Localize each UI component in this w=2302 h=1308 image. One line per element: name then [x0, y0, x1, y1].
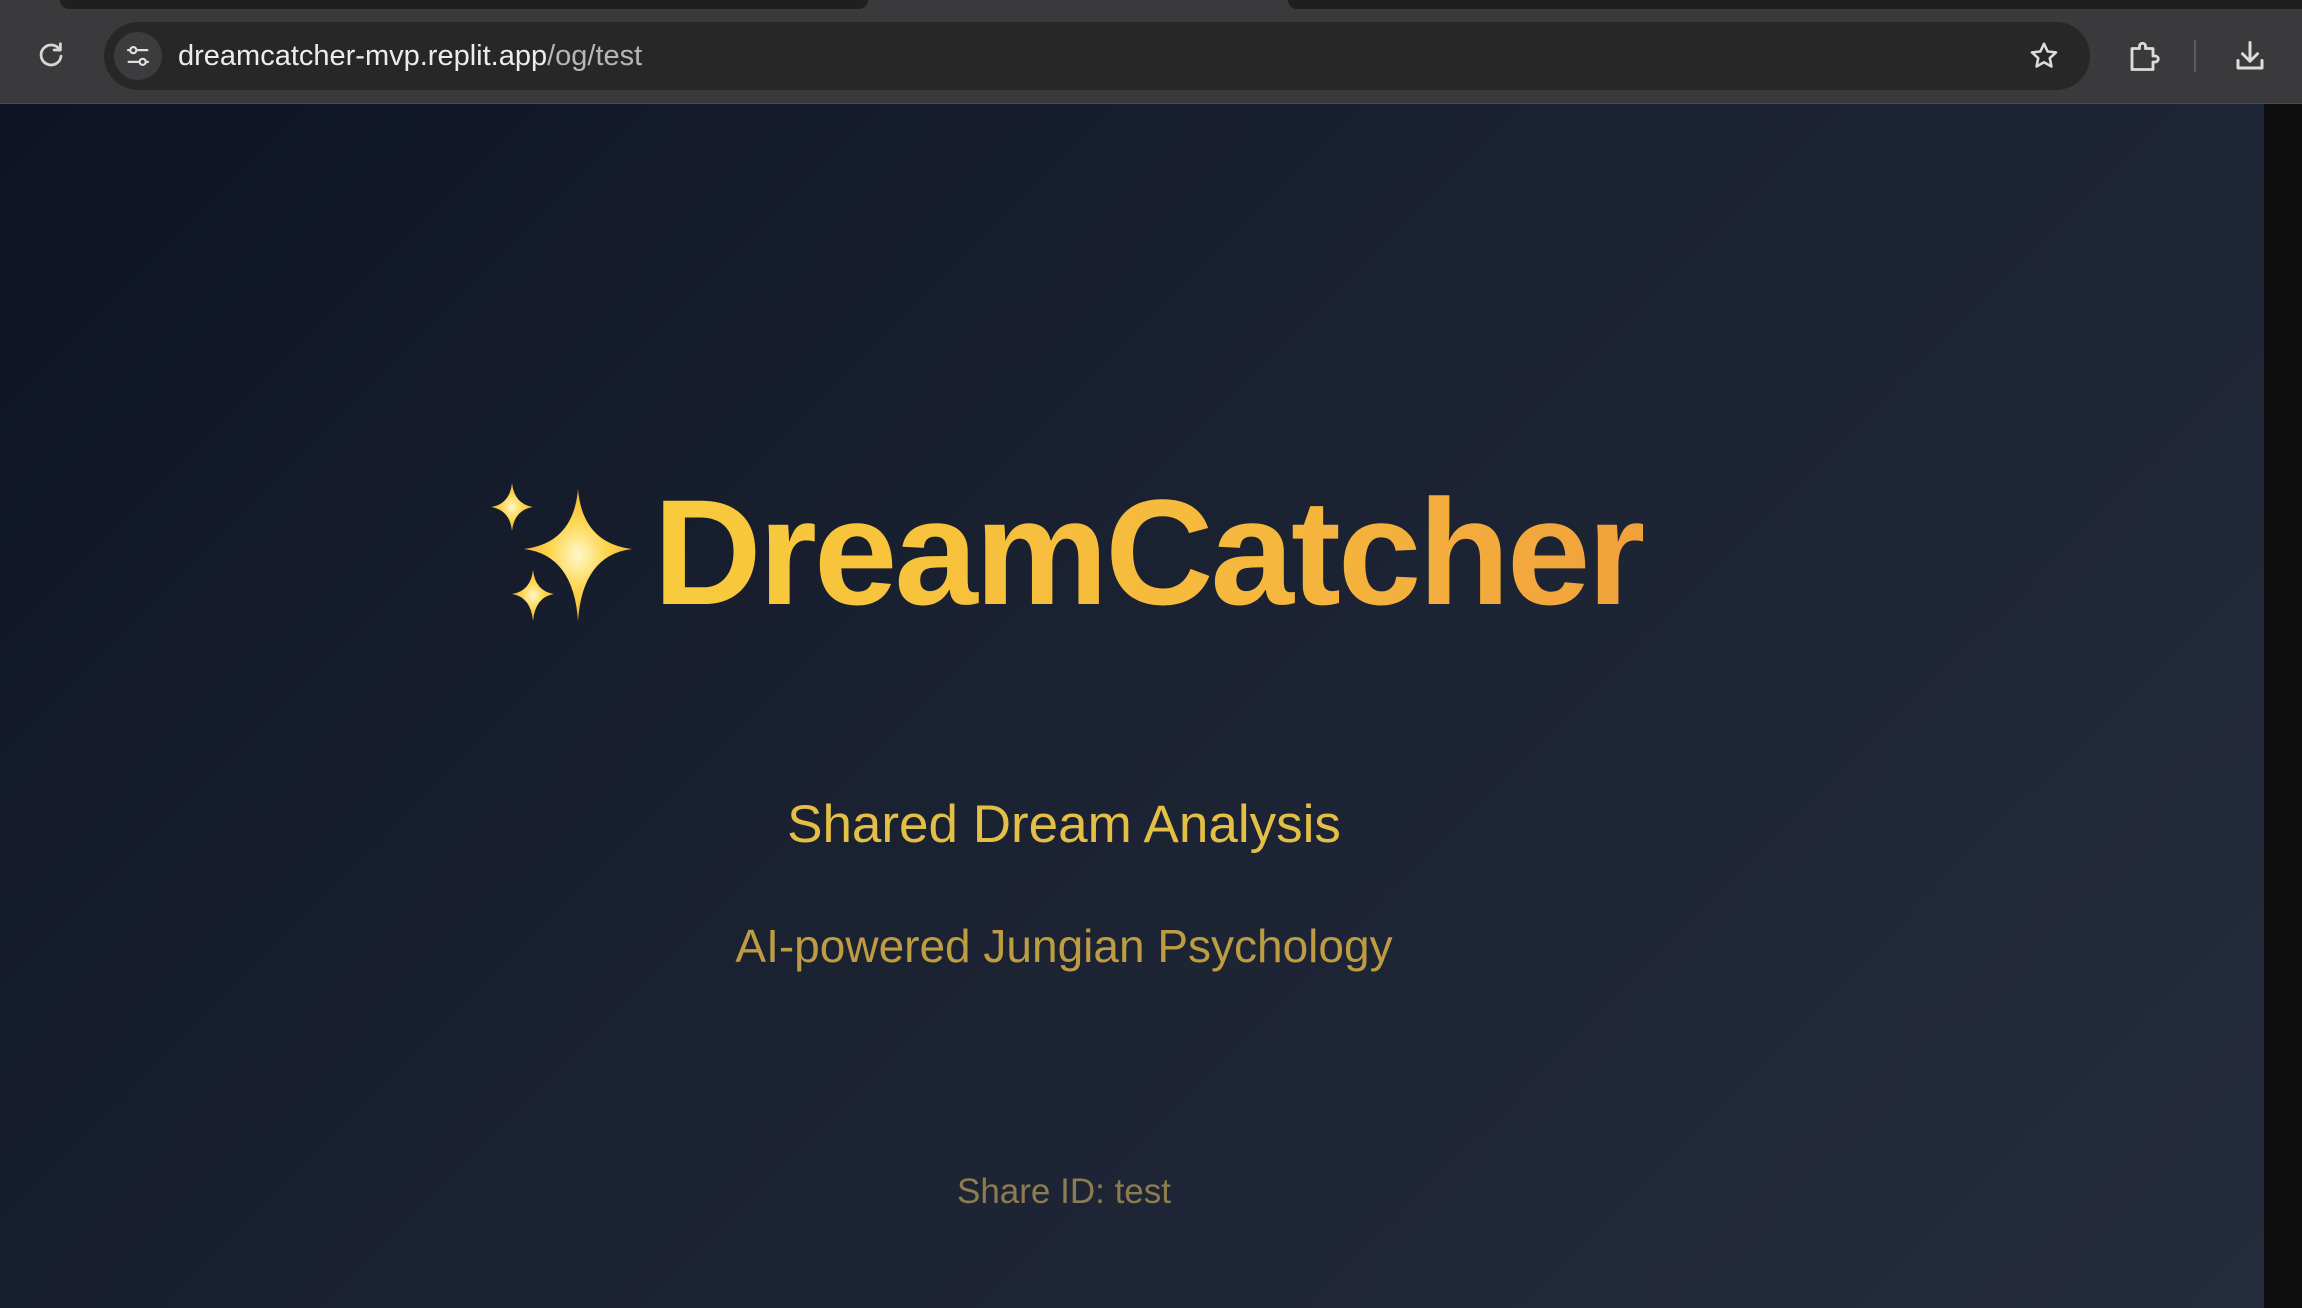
share-id-label: Share ID: test: [957, 1172, 1171, 1211]
tab-left[interactable]: [60, 0, 868, 9]
toolbar-separator: [2194, 40, 2196, 72]
extensions-button[interactable]: [2122, 34, 2166, 78]
og-card: DreamCatcher Shared Dream Analysis AI-po…: [0, 104, 2128, 1308]
site-info-button[interactable]: [114, 32, 162, 80]
download-icon: [2236, 41, 2264, 70]
page-tagline: AI-powered Jungian Psychology: [735, 920, 1393, 972]
url-text[interactable]: dreamcatcher-mvp.replit.app/og/test: [178, 22, 642, 90]
page-subtitle: Shared Dream Analysis: [787, 795, 1341, 854]
scrollbar-gutter[interactable]: [2264, 104, 2302, 1308]
reload-icon: [39, 42, 63, 67]
downloads-button[interactable]: [2228, 34, 2272, 78]
tune-icon: [126, 46, 150, 66]
puzzle-piece-icon: [2130, 41, 2160, 71]
tab-strip: [0, 0, 2302, 10]
url-path: /og/test: [547, 40, 643, 72]
url-host: dreamcatcher-mvp.replit.app: [178, 40, 548, 72]
sparkles-icon: [491, 483, 633, 621]
reload-button[interactable]: [30, 34, 72, 76]
tab-right[interactable]: [1288, 0, 2302, 9]
brand-header: DreamCatcher: [0, 472, 2128, 632]
star-icon: [2030, 42, 2058, 68]
browser-chrome: dreamcatcher-mvp.replit.app/og/test: [0, 0, 2302, 104]
bookmark-button[interactable]: [2024, 36, 2064, 76]
brand-title: DreamCatcher: [653, 468, 1645, 636]
page-viewport: DreamCatcher Shared Dream Analysis AI-po…: [0, 104, 2264, 1308]
address-bar[interactable]: dreamcatcher-mvp.replit.app/og/test: [104, 22, 2090, 90]
